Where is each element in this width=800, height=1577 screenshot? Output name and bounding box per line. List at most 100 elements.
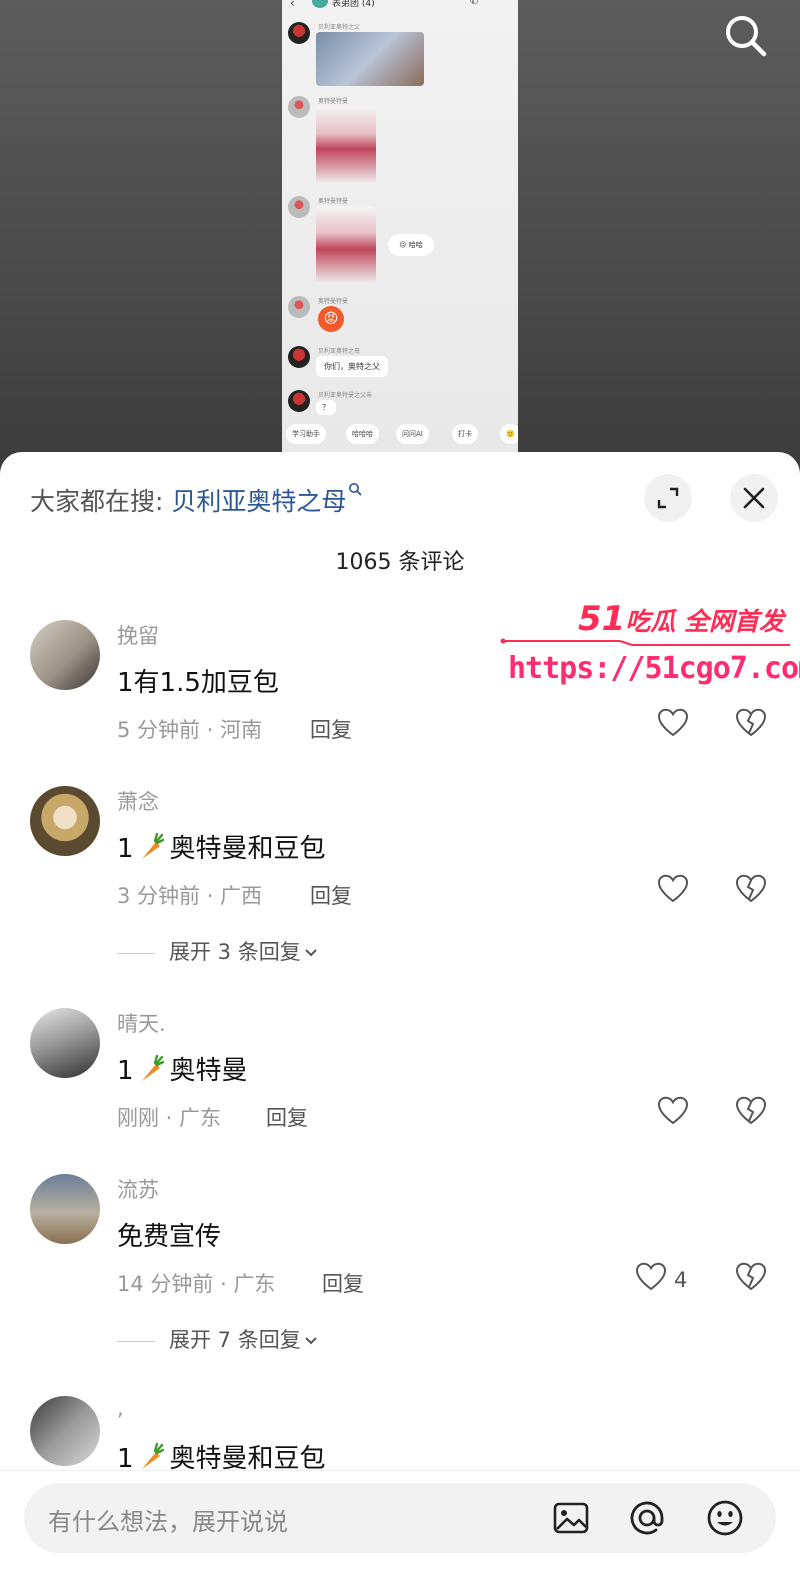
comment-input[interactable]: 有什么想法，展开说说 (24, 1483, 776, 1553)
comment-meta: 14 分钟前 · 广东 (117, 1272, 276, 1296)
sender-name: 贝利亚奥特之父 (318, 24, 361, 31)
reaction-pill: ☹ 哈哈 (388, 234, 434, 256)
close-button[interactable] (730, 474, 778, 522)
comment-item: , 1 奥特曼和豆包 (0, 1396, 800, 1476)
search-icon (349, 483, 362, 496)
text-bubble: ？ (316, 400, 336, 415)
divider (117, 952, 155, 954)
dislike-broken-heart-icon[interactable] (734, 872, 768, 906)
emoji-icon[interactable] (704, 1497, 746, 1539)
chat-message: 奥特曼特曼 ☹ 哈哈 (288, 196, 512, 292)
chevron-down-icon (305, 1337, 317, 1345)
like-heart-icon[interactable] (656, 1094, 690, 1128)
comment-text: 1 奥特曼和豆包 (117, 832, 326, 864)
comment-text: 免费宣传 (117, 1222, 222, 1252)
reply-button[interactable]: 回复 (310, 880, 352, 910)
group-avatar (312, 0, 328, 8)
dislike-broken-heart-icon[interactable] (734, 1094, 768, 1128)
image-message (316, 106, 376, 184)
chat-message: 贝利亚奥特之母 你们，奥特之父 (288, 346, 512, 386)
chat-message: 奥特曼特曼 (288, 96, 512, 192)
avatar (288, 96, 310, 118)
expand-icon (657, 487, 679, 509)
avatar[interactable] (30, 786, 100, 856)
comment-username[interactable]: 流苏 (117, 1174, 159, 1204)
search-icon[interactable] (722, 12, 770, 60)
comment-username[interactable]: 晴天. (117, 1008, 166, 1038)
like-count: 4 (674, 1268, 688, 1292)
reply-button[interactable]: 回复 (310, 714, 352, 744)
avatar[interactable] (30, 1396, 100, 1466)
sender-name: 奥特曼特曼 (318, 98, 349, 105)
hot-search[interactable]: 大家都在搜: 贝利亚奥特之母 (30, 482, 362, 518)
hot-search-label: 大家都在搜: (30, 487, 172, 516)
reply-button[interactable]: 回复 (322, 1268, 364, 1298)
chat-message: 奥特曼特曼 😡 (288, 296, 512, 342)
comment-username[interactable]: 挽留 (117, 620, 159, 650)
chip: 学习助手 (286, 424, 326, 444)
like-heart-icon[interactable] (634, 1260, 668, 1294)
comment-count: 1065 条评论 (335, 550, 465, 575)
sender-name: 奥特曼特曼 (318, 298, 349, 305)
expand-button[interactable] (644, 474, 692, 522)
close-icon (743, 487, 765, 509)
comment-meta: 5 分钟前 · 河南 (117, 718, 263, 742)
chip: 打卡 (452, 424, 478, 444)
chat-header: ‹ 表弟团 (4) ✆ ••• (282, 0, 518, 14)
comment-text: 1有1.5加豆包 (117, 668, 279, 698)
chip: 哈哈哈 (346, 424, 379, 444)
comment-username[interactable]: , (117, 1396, 124, 1420)
dislike-broken-heart-icon[interactable] (734, 1260, 768, 1294)
avatar[interactable] (30, 1008, 100, 1078)
comment-item: 萧念 1 奥特曼和豆包 3 分钟前 · 广西 回复 展开 3 条回复 (0, 786, 800, 976)
chat-message: 贝利亚奥特之父 (288, 22, 512, 94)
divider (117, 1340, 155, 1342)
video-area[interactable]: ‹ 表弟团 (4) ✆ ••• 贝利亚奥特之父 奥特曼特曼 奥特曼特曼 ☹ 哈哈… (0, 0, 800, 470)
comment-item: 挽留 1有1.5加豆包 5 分钟前 · 河南 回复 (0, 620, 800, 750)
comment-username[interactable]: 萧念 (117, 786, 159, 816)
avatar[interactable] (30, 1174, 100, 1244)
avatar (288, 296, 310, 318)
back-icon: ‹ (290, 0, 295, 10)
sender-name: 贝利亚奥特之母 (318, 348, 361, 355)
chat-title: 表弟团 (4) (332, 0, 375, 9)
angry-emoji-icon: 😡 (318, 306, 344, 332)
image-message (316, 206, 376, 284)
avatar[interactable] (30, 620, 100, 690)
comment-input-bar: 有什么想法，展开说说 (0, 1470, 800, 1577)
expand-replies-button[interactable]: 展开 7 条回复 (117, 1324, 319, 1354)
expand-replies-button[interactable]: 展开 3 条回复 (117, 936, 319, 966)
hot-search-keyword[interactable]: 贝利亚奥特之母 (171, 487, 346, 516)
comment-item: 晴天. 1 奥特曼 刚刚 · 广东 回复 (0, 1008, 800, 1138)
carrot-emoji-icon (141, 1054, 164, 1081)
more-icon: ••• (494, 0, 512, 5)
comment-sheet: 大家都在搜: 贝利亚奥特之母 1065 条评论 51吃瓜 全网首发 https:… (0, 452, 800, 1577)
quick-chip-bar: 学习助手 哈哈哈 问问AI 打卡 🙂 (286, 424, 518, 446)
image-icon[interactable] (550, 1497, 592, 1539)
chevron-down-icon (305, 949, 317, 957)
at-mention-icon[interactable] (626, 1497, 668, 1539)
carrot-emoji-icon (141, 832, 164, 859)
reply-button[interactable]: 回复 (266, 1102, 308, 1132)
text-bubble: 你们，奥特之父 (316, 356, 388, 377)
video-screenshot: ‹ 表弟团 (4) ✆ ••• 贝利亚奥特之父 奥特曼特曼 奥特曼特曼 ☹ 哈哈… (282, 0, 518, 455)
comment-text: 1 奥特曼 (117, 1054, 248, 1086)
avatar (288, 346, 310, 368)
comment-input-placeholder[interactable]: 有什么想法，展开说说 (48, 1502, 288, 1537)
avatar (288, 22, 310, 44)
comment-meta: 3 分钟前 · 广西 (117, 884, 263, 908)
chip: 🙂 (500, 424, 518, 444)
phone-icon: ✆ (470, 0, 479, 7)
sender-name: 贝利亚奥特曼之父亲 (318, 392, 373, 399)
avatar (288, 196, 310, 218)
image-message (316, 32, 424, 86)
like-heart-icon[interactable] (656, 872, 690, 906)
avatar (288, 390, 310, 412)
chip: 问问AI (396, 424, 429, 444)
chat-message: 贝利亚奥特曼之父亲 ？ (288, 390, 512, 424)
comment-item: 流苏 免费宣传 14 分钟前 · 广东 回复 4 展开 7 条回复 (0, 1174, 800, 1364)
like-heart-icon[interactable] (656, 706, 690, 740)
dislike-broken-heart-icon[interactable] (734, 706, 768, 740)
carrot-emoji-icon (141, 1442, 164, 1469)
sender-name: 奥特曼特曼 (318, 198, 349, 205)
